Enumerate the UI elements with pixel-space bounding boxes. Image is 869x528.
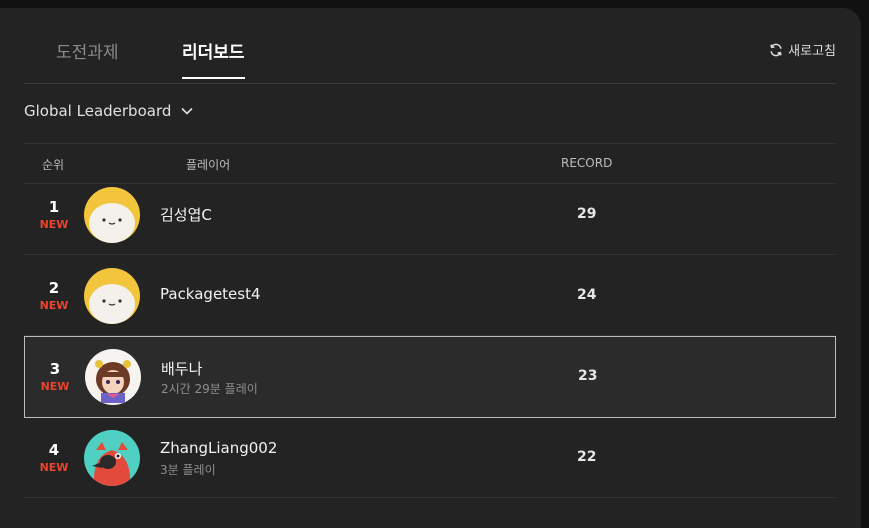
table-row[interactable]: 2 NEW Packagetest4 24 xyxy=(24,256,836,336)
player-name: 김성엽C xyxy=(160,206,212,224)
play-time: 2시간 29분 플레이 xyxy=(161,382,258,396)
new-badge: NEW xyxy=(39,461,69,474)
record-value: 29 xyxy=(577,206,597,222)
avatar xyxy=(85,349,141,405)
rank-number: 2 xyxy=(48,279,60,297)
table-row[interactable]: 4 NEW ZhangLiang002 3분 플레이 22 xyxy=(24,418,836,498)
rank-cell: 3 NEW xyxy=(25,360,85,393)
rank-number: 4 xyxy=(48,441,60,459)
rank-cell: 1 NEW xyxy=(24,198,84,231)
play-time: 3분 플레이 xyxy=(160,463,216,477)
column-record: RECORD xyxy=(561,156,613,170)
rank-number: 3 xyxy=(49,360,61,378)
rank-number: 1 xyxy=(48,198,60,216)
table-row-selected[interactable]: 3 NEW 배두나 2시간 29분 플레이 23 xyxy=(24,336,836,418)
tab-leaderboard[interactable]: 리더보드 xyxy=(182,38,245,79)
tab-achievements[interactable]: 도전과제 xyxy=(56,38,119,77)
new-badge: NEW xyxy=(39,218,69,231)
new-badge: NEW xyxy=(40,380,70,393)
player-name: 배두나 xyxy=(161,360,203,378)
tab-bar: 도전과제 리더보드 새로고침 xyxy=(24,30,836,84)
player-name: ZhangLiang002 xyxy=(160,439,278,457)
refresh-label: 새로고침 xyxy=(788,44,836,59)
rank-cell: 2 NEW xyxy=(24,279,84,312)
record-value: 24 xyxy=(577,287,597,303)
record-value: 22 xyxy=(577,449,597,465)
player-name: Packagetest4 xyxy=(160,285,261,303)
table-row[interactable]: 1 NEW 김성엽C 29 xyxy=(24,175,836,255)
column-rank: 순위 xyxy=(42,158,65,172)
avatar xyxy=(84,187,140,243)
new-badge: NEW xyxy=(39,299,69,312)
refresh-button[interactable]: 새로고침 xyxy=(769,40,836,59)
refresh-icon xyxy=(770,43,782,56)
leaderboard-select-label: Global Leaderboard xyxy=(24,102,172,120)
rank-cell: 4 NEW xyxy=(24,441,84,474)
leaderboard-select[interactable]: Global Leaderboard xyxy=(24,102,193,120)
record-value: 23 xyxy=(578,368,598,384)
avatar xyxy=(84,430,140,486)
column-player: 플레이어 xyxy=(186,158,231,172)
chevron-down-icon xyxy=(181,107,193,115)
leaderboard-panel: 도전과제 리더보드 새로고침 Global Leaderboard 순위 플레이… xyxy=(0,8,861,528)
avatar xyxy=(84,268,140,324)
